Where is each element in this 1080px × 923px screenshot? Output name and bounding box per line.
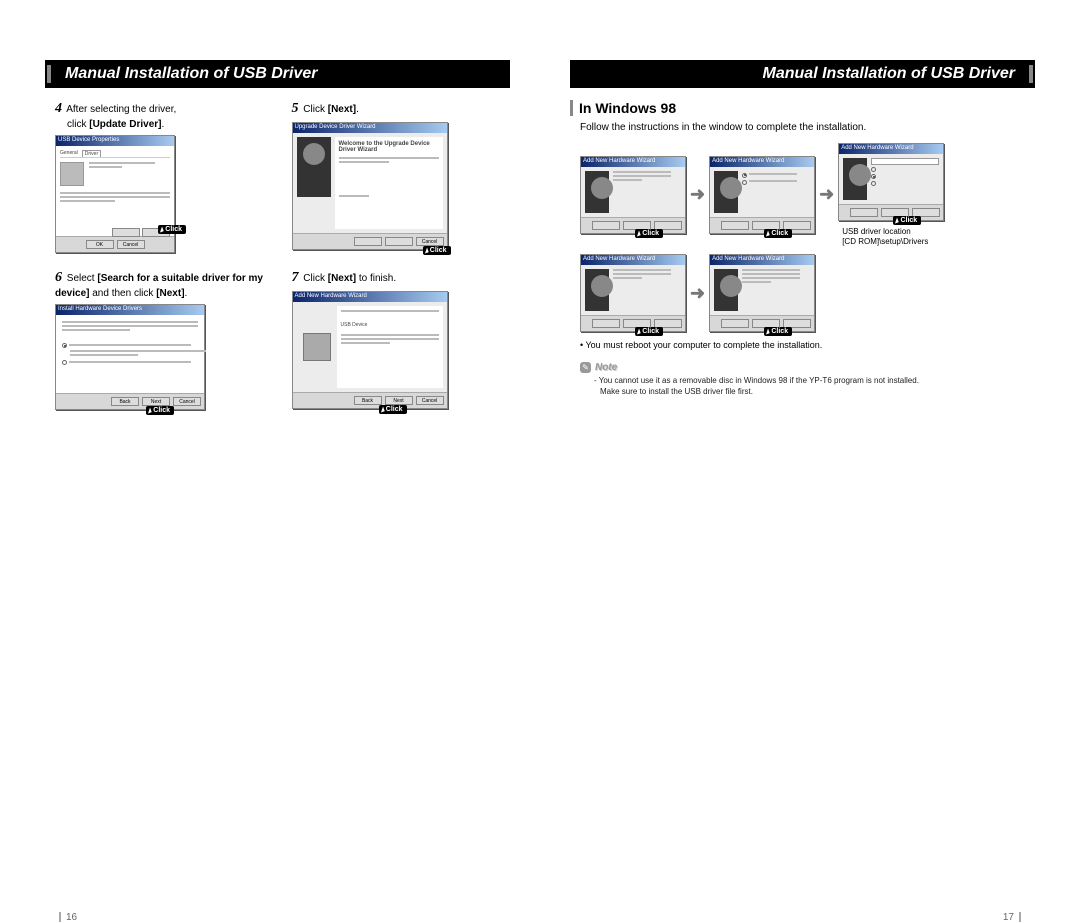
- hardware-icon: [303, 333, 331, 361]
- wizard-icon: [297, 137, 331, 197]
- step6-bold2: [Next]: [156, 288, 184, 299]
- step5-label: 5 Click [Next].: [292, 100, 511, 118]
- step5-bold: [Next]: [328, 104, 356, 115]
- step5-dialog-title: Upgrade Device Driver Wizard: [293, 123, 447, 133]
- flow-dialog-3: Add New Hardware Wizard Click: [838, 143, 944, 221]
- flow-dialog-4: Add New Hardware Wizard Click: [580, 254, 686, 332]
- step-5: 5 Click [Next]. Upgrade Device Driver Wi…: [292, 100, 511, 253]
- note-line-2: Make sure to install the USB driver file…: [594, 387, 1035, 397]
- step6-text-b: and then click: [89, 288, 156, 299]
- step4-num: 4: [55, 101, 62, 116]
- step6-dialog: Install Hardware Device Drivers BackNext…: [55, 304, 205, 410]
- step5-text-a: Click: [303, 104, 327, 115]
- note-line-1: You cannot use it as a removable disc in…: [594, 376, 1035, 386]
- note-block: ✎ Note You cannot use it as a removable …: [570, 362, 1035, 397]
- header-title-right: Manual Installation of USB Driver: [755, 65, 1023, 83]
- page-right: Manual Installation of USB Driver In Win…: [570, 60, 1035, 763]
- step7-text-a: Click: [303, 273, 327, 284]
- step7-bold: [Next]: [328, 273, 356, 284]
- document-spread: Manual Installation of USB Driver 4 Afte…: [0, 0, 1080, 763]
- header-bar-left: Manual Installation of USB Driver: [45, 60, 510, 88]
- step4-text-b: click: [67, 119, 89, 130]
- page-number-left: 16: [59, 912, 77, 923]
- step5-wiz-title: Welcome to the Upgrade Device Driver Wiz…: [339, 141, 439, 153]
- step4-text-a: After selecting the driver,: [66, 104, 176, 115]
- step6-num: 6: [55, 270, 62, 285]
- flow-dialog-5: Add New Hardware Wizard Click: [709, 254, 815, 332]
- step5-click-badge: Click: [423, 246, 451, 255]
- arrow-icon: ➜: [690, 283, 705, 304]
- step4-tail: .: [161, 119, 164, 130]
- page-left: Manual Installation of USB Driver 4 Afte…: [45, 60, 510, 763]
- step7-tail: to finish.: [356, 273, 396, 284]
- wizard-icon: [714, 269, 738, 311]
- wizard-icon: [714, 171, 738, 213]
- radio-opt-1: [62, 343, 198, 348]
- flow2-click: Click: [764, 229, 792, 238]
- flow-dialog-2: Add New Hardware Wizard Click: [709, 156, 815, 234]
- arrow-icon: ➜: [819, 184, 834, 205]
- step6-label: 6 Select [Search for a suitable driver f…: [55, 269, 274, 300]
- step7-dialog: Add New Hardware Wizard USB Device BackN…: [292, 291, 448, 409]
- wizard-icon: [843, 158, 867, 200]
- step6-dialog-body: [56, 315, 204, 393]
- step4-dialog: USB Device Properties GeneralDriver OKCa…: [55, 135, 175, 253]
- note-label: Note: [595, 362, 617, 373]
- flow1-click: Click: [635, 229, 663, 238]
- step7-label: 7 Click [Next] to finish.: [292, 269, 511, 287]
- step7-click-badge: Click: [379, 405, 407, 414]
- step-7: 7 Click [Next] to finish. Add New Hardwa…: [292, 269, 511, 410]
- step6-click-badge: Click: [146, 406, 174, 415]
- step6-dialog-title: Install Hardware Device Drivers: [56, 305, 204, 315]
- step6-buttons: BackNextCancel: [56, 393, 204, 409]
- steps-row-2: 6 Select [Search for a suitable driver f…: [45, 269, 510, 410]
- header-title-left: Manual Installation of USB Driver: [57, 65, 325, 83]
- device-icon: [60, 162, 84, 186]
- step5-num: 5: [292, 101, 299, 116]
- step4-dialog-title: USB Device Properties: [56, 136, 174, 146]
- step4-dialog-body: GeneralDriver: [56, 146, 174, 236]
- wizard-icon: [585, 269, 609, 311]
- step5-tail: .: [356, 104, 359, 115]
- radio-opt-2: [62, 360, 198, 365]
- step6-tail: .: [185, 288, 188, 299]
- header-bar-right: Manual Installation of USB Driver: [570, 60, 1035, 88]
- step7-dialog-body: USB Device: [293, 302, 447, 392]
- usb-location: USB driver location [CD ROM]\setup\Drive…: [842, 227, 944, 246]
- steps-row-1: 4 After selecting the driver, click [Upd…: [45, 100, 510, 253]
- subhead-bar-icon: [570, 100, 573, 116]
- step5-dialog-body: Welcome to the Upgrade Device Driver Wiz…: [293, 133, 447, 233]
- section-instruction: Follow the instructions in the window to…: [570, 122, 1035, 133]
- step4-label: 4 After selecting the driver, click [Upd…: [55, 100, 274, 131]
- step7-num: 7: [292, 270, 299, 285]
- flow-row-2: Add New Hardware Wizard Click ➜ Add New …: [570, 254, 1035, 332]
- step-4: 4 After selecting the driver, click [Upd…: [45, 100, 274, 253]
- step4-click-badge: Click: [158, 225, 186, 234]
- section-heading: In Windows 98: [570, 100, 1035, 116]
- step4-bold: [Update Driver]: [89, 119, 161, 130]
- header-tick: [47, 65, 51, 83]
- arrow-icon: ➜: [690, 184, 705, 205]
- flow3-click: Click: [893, 216, 921, 225]
- flow5-click: Click: [764, 327, 792, 336]
- step4-buttons: OKCancel: [56, 236, 174, 252]
- flow-row-1: Add New Hardware Wizard Click ➜ Add New …: [570, 143, 1035, 246]
- wizard-icon: [585, 171, 609, 213]
- step-6: 6 Select [Search for a suitable driver f…: [45, 269, 274, 410]
- page-number-right: 17: [1003, 912, 1021, 923]
- step6-text-a: Select: [67, 273, 98, 284]
- step7-dialog-title: Add New Hardware Wizard: [293, 292, 447, 302]
- reboot-note: You must reboot your computer to complet…: [570, 340, 1035, 350]
- note-icon: ✎: [580, 362, 591, 373]
- section-title: In Windows 98: [579, 100, 676, 116]
- header-tick-r: [1029, 65, 1033, 83]
- step7-buttons: BackNextCancel: [293, 392, 447, 408]
- flow4-click: Click: [635, 327, 663, 336]
- flow-dialog-1: Add New Hardware Wizard Click: [580, 156, 686, 234]
- step5-dialog: Upgrade Device Driver Wizard Welcome to …: [292, 122, 448, 250]
